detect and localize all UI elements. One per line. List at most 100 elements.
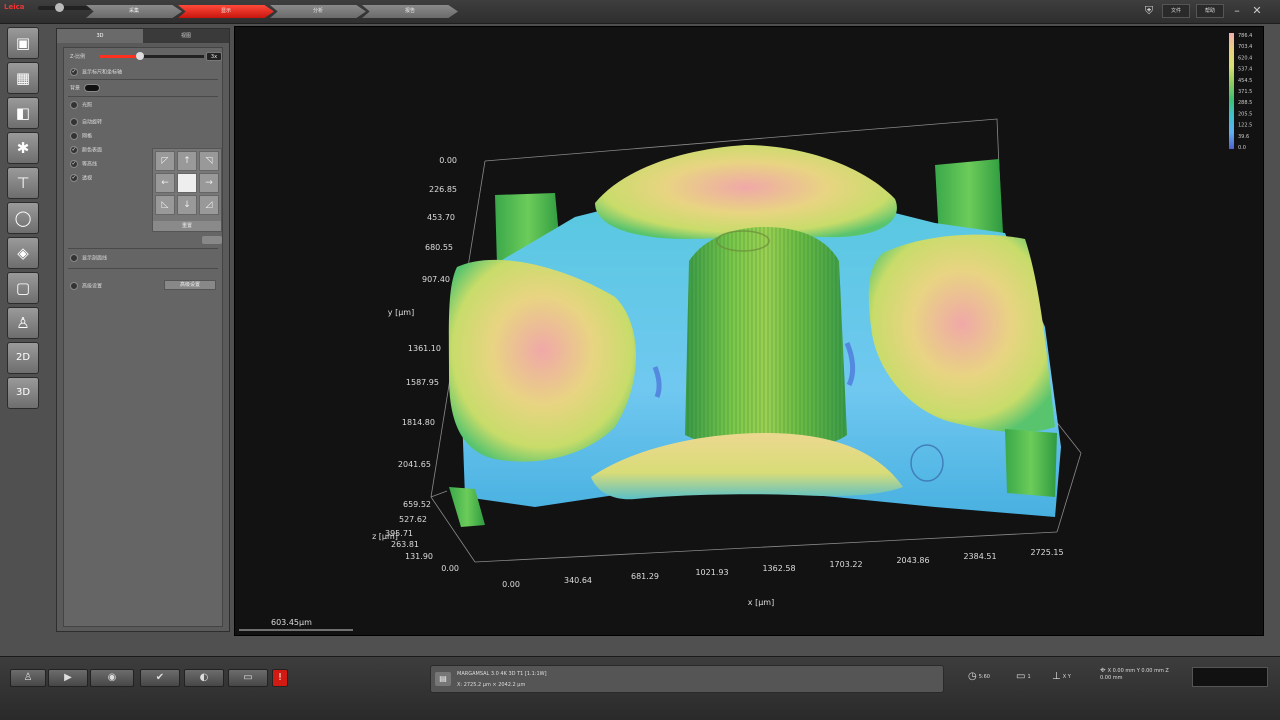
person-icon[interactable]: ♙ xyxy=(10,669,46,687)
colorbar xyxy=(1229,33,1234,149)
arrow-up-icon[interactable]: ↑ xyxy=(177,151,197,171)
option-color-surface[interactable]: ✓ 颜色表面 xyxy=(70,146,102,154)
position-ruler[interactable] xyxy=(1192,667,1268,687)
progress-knob[interactable] xyxy=(55,3,64,12)
z-scale-label: Z-比例 xyxy=(70,54,86,60)
panel-divider xyxy=(68,79,218,80)
option-auto-rotate[interactable]: 自动旋转 xyxy=(70,118,102,126)
tool-layers[interactable]: ◈ xyxy=(7,237,39,269)
record-icon[interactable]: ◐ xyxy=(184,669,224,687)
panel-body: Z-比例 3x ✓ 显示标尺和坐标轴 背景 光照 自动旋转 网格 ✓ 颜色表面 ✓ 等… xyxy=(63,47,223,627)
z-tick-label: 131.90 xyxy=(405,552,433,561)
camera-icon[interactable]: ◉ xyxy=(90,669,134,687)
option-advanced[interactable]: 高级设置 xyxy=(70,282,102,290)
bottom-bar: ♙ ▶ ◉ ✔ ◐ ▭ ! ▤ MARGAMSAL 3.0 4K 3D T1 [… xyxy=(0,656,1280,720)
rotate-up-right-icon[interactable]: ◹ xyxy=(199,151,219,171)
colorbar-tick-label: 371.5 xyxy=(1238,89,1252,95)
advanced-settings-button[interactable]: 高级设置 xyxy=(164,280,216,290)
tool-panel[interactable]: ▢ xyxy=(7,272,39,304)
panel-divider xyxy=(68,96,218,97)
rotate-up-left-icon[interactable]: ◸ xyxy=(155,151,175,171)
checkbox-show-profile[interactable] xyxy=(70,254,78,262)
x-tick-label: 2384.51 xyxy=(963,552,996,561)
colorbar-tick-label: 537.4 xyxy=(1238,67,1252,73)
surface-plot[interactable]: 0.00 226.85 453.70 680.55 907.40 1361.10 1587.… xyxy=(235,27,1265,637)
rotate-down-left-icon[interactable]: ◺ xyxy=(155,195,175,215)
play-icon[interactable]: ▶ xyxy=(48,669,88,687)
arrow-right-icon[interactable]: → xyxy=(199,173,219,193)
workflow-step-1[interactable]: 采集 xyxy=(86,5,182,18)
y-tick-label: 907.40 xyxy=(422,275,450,284)
tool-person[interactable]: ♙ xyxy=(7,307,39,339)
app-window: Leica 采集 显示 分析 报告 ⛨ 文件 帮助 – ✕ ▣ ▦ ◧ ✱ ⊤ ◯ ◈ ▢ ♙ 2D 3D… xyxy=(0,0,1280,720)
option-background[interactable]: 背景 xyxy=(70,84,101,92)
rotation-pad: ◸ ↑ ◹ ← → ◺ ↓ ◿ 重置 xyxy=(152,148,222,232)
close-icon[interactable]: ✕ xyxy=(1250,4,1264,18)
settings-panel: 3D 视图 Z-比例 3x ✓ 显示标尺和坐标轴 背景 光照 自动旋转 网格 ✓ 颜… xyxy=(56,28,230,632)
workflow-step-2[interactable]: 显示 xyxy=(178,5,274,18)
colorbar-tick-label: 786.4 xyxy=(1238,33,1252,39)
tool-3d[interactable]: 3D xyxy=(7,377,39,409)
tool-2d[interactable]: 2D xyxy=(7,342,39,374)
x-tick-label: 0.00 xyxy=(502,580,520,589)
minimize-icon[interactable]: – xyxy=(1230,4,1244,18)
workflow-step-3[interactable]: 分析 xyxy=(270,5,366,18)
image-info-icon: ▤ xyxy=(435,672,451,686)
shield-icon[interactable]: ⛨ xyxy=(1142,4,1156,18)
checkbox-color-surface[interactable]: ✓ xyxy=(70,146,78,154)
y-tick-label: 1587.95 xyxy=(406,378,439,387)
checkbox-show-axes[interactable]: ✓ xyxy=(70,68,78,76)
center-view-icon[interactable] xyxy=(177,173,197,193)
checkbox-perspective[interactable]: ✓ xyxy=(70,174,78,182)
background-color-swatch[interactable] xyxy=(84,84,101,92)
z-scale-value[interactable]: 3x xyxy=(206,52,222,61)
checkbox-advanced[interactable] xyxy=(70,282,78,290)
file-button[interactable]: 文件 xyxy=(1162,4,1190,18)
option-grid[interactable]: 网格 xyxy=(70,132,92,140)
option-show-profile[interactable]: 显示剖面线 xyxy=(70,254,107,262)
reset-view-button[interactable]: 重置 xyxy=(153,221,221,231)
panel-divider xyxy=(68,268,218,269)
panel-tabs: 3D 视图 xyxy=(57,29,229,43)
image-info-line1: MARGAMSAL 3.0 4K 3D T1 [1.1:1W] xyxy=(457,671,547,677)
z-scale-slider-fill xyxy=(100,55,140,58)
colorbar-tick-label: 0.0 xyxy=(1238,145,1246,151)
option-show-axes[interactable]: ✓ 显示标尺和坐标轴 xyxy=(70,68,122,76)
option-lighting[interactable]: 光照 xyxy=(70,101,92,109)
tab-3d[interactable]: 3D xyxy=(57,29,143,43)
tool-illumination[interactable]: ✱ xyxy=(7,132,39,164)
tab-view[interactable]: 视图 xyxy=(143,29,229,43)
y-axis-label: y [µm] xyxy=(388,308,414,317)
stop-icon[interactable]: ! xyxy=(272,669,288,687)
colorbar-tick-label: 39.6 xyxy=(1238,134,1249,140)
rotate-down-right-icon[interactable]: ◿ xyxy=(199,195,219,215)
option-contours[interactable]: ✓ 等高线 xyxy=(70,160,97,168)
arrow-left-icon[interactable]: ← xyxy=(155,173,175,193)
z-tick-label: 527.62 xyxy=(399,515,427,524)
z-scale-slider[interactable] xyxy=(100,52,204,60)
3d-viewport[interactable]: 0.00 226.85 453.70 680.55 907.40 1361.10 1587.… xyxy=(234,26,1264,636)
tool-image-stack[interactable]: ◧ xyxy=(7,97,39,129)
brand-logo: Leica xyxy=(4,3,25,11)
tool-snapshot[interactable]: ▦ xyxy=(7,62,39,94)
tool-circle[interactable]: ◯ xyxy=(7,202,39,234)
checkbox-auto-rotate[interactable] xyxy=(70,118,78,126)
small-options-button[interactable] xyxy=(202,236,222,244)
screen-capture-icon[interactable]: ▭ xyxy=(228,669,268,687)
height-surface xyxy=(448,145,1061,527)
status-clock: ◷ 5:60 xyxy=(968,671,990,682)
checkbox-contours[interactable]: ✓ xyxy=(70,160,78,168)
z-tick-label: 659.52 xyxy=(403,500,431,509)
checkmark-icon[interactable]: ✔ xyxy=(140,669,180,687)
option-perspective[interactable]: ✓ 透视 xyxy=(70,174,92,182)
help-button[interactable]: 帮助 xyxy=(1196,4,1224,18)
tool-live-image[interactable]: ▣ xyxy=(7,27,39,59)
y-tick-label: 0.00 xyxy=(439,156,457,165)
z-scale-slider-knob[interactable] xyxy=(135,52,144,60)
workflow-step-4[interactable]: 报告 xyxy=(362,5,458,18)
checkbox-grid[interactable] xyxy=(70,132,78,140)
coordinates-icon: ⌖ xyxy=(1100,665,1106,676)
checkbox-lighting[interactable] xyxy=(70,101,78,109)
tool-measure[interactable]: ⊤ xyxy=(7,167,39,199)
arrow-down-icon[interactable]: ↓ xyxy=(177,195,197,215)
